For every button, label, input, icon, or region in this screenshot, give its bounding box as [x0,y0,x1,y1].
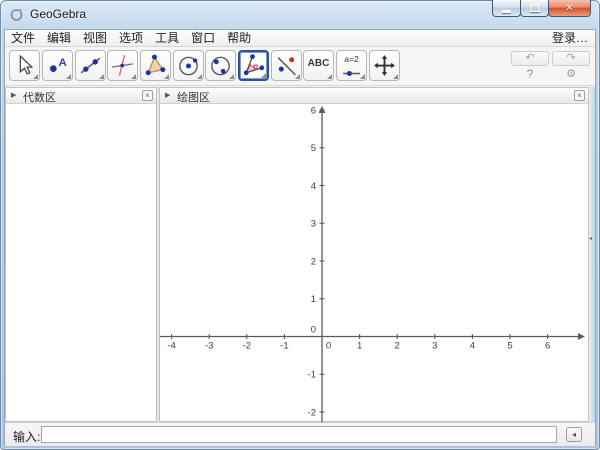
titlebar: GeoGebra ✕ [0,0,600,29]
menu-item-help[interactable]: 帮助 [221,30,257,47]
minimize-button[interactable] [492,0,521,17]
minimize-icon [502,9,511,13]
settings-button[interactable]: ⚙ [563,67,579,82]
input-help-button[interactable]: ◂ [566,427,582,442]
tool-button-line[interactable] [75,50,106,81]
dropdown-arrow-icon [164,74,169,79]
dropdown-arrow-icon [131,74,136,79]
y-tick-label: -2 [308,407,316,418]
undo-button[interactable]: ↶ [511,51,549,66]
window-controls: ✕ [492,0,591,17]
menu-item-edit[interactable]: 编辑 [41,30,77,47]
graphics-view-area: -4 -3 -2 -1 0 1 2 3 4 5 6 -2 -1 0 1 2 3 4 5 6 [160,105,588,423]
tool-button-slider[interactable]: a=2 [336,50,367,81]
y-tick-label: 0 [311,325,316,336]
x-tick-label: 5 [507,341,512,352]
graphics-close-button[interactable]: × [574,90,585,101]
algebra-close-button[interactable]: × [142,90,153,101]
x-tick-label: -1 [280,341,288,352]
tool-button-conic[interactable] [205,50,236,81]
dropdown-arrow-icon [99,74,104,79]
tool-button-point[interactable]: A [42,50,73,81]
dropdown-arrow-icon [393,74,398,79]
graphics-panel: ▶ 绘图区 × -4 -3 -2 -1 0 1 2 3 4 5 6 -2 -1 0 1 2 3 4 5 6 [159,87,589,423]
dropdown-arrow-icon [360,74,365,79]
algebra-panel-title: 代数区 [23,92,56,104]
dropdown-arrow-icon [66,74,71,79]
redo-button[interactable]: ↷ [552,51,590,66]
login-button[interactable]: 登录… [552,30,588,47]
tool-button-perpendicular-line[interactable] [107,50,138,81]
x-tick-label: 6 [545,341,550,352]
tool-button-reflect[interactable] [271,50,302,81]
y-tick-label: 1 [311,294,316,305]
tool-button-circle[interactable] [173,50,204,81]
close-window-icon: ✕ [565,2,574,14]
x-axis-arrow-icon [578,333,585,340]
redo-icon: ↷ [566,52,576,64]
x-tick-label: 4 [470,341,475,352]
y-tick-label: -1 [308,370,316,381]
tool-button-angle[interactable] [238,50,269,81]
geogebra-logo-icon [10,8,23,21]
tool-button-move-graphics[interactable] [369,50,400,81]
menu-item-file[interactable]: 文件 [5,30,41,47]
graphics-panel-title: 绘图区 [177,92,210,104]
y-tick-label: 3 [311,219,316,230]
menu-item-tools[interactable]: 工具 [149,30,185,47]
expander-arrow-icon[interactable]: ▶ [11,91,16,99]
dropdown-arrow-icon [327,74,332,79]
expander-arrow-icon[interactable]: ▶ [165,91,170,99]
x-tick-label: -4 [167,341,175,352]
undo-icon: ↶ [525,52,535,64]
svg-text:A: A [59,57,67,69]
x-tick-label: 0 [326,341,331,352]
tool-button-text[interactable]: ABC [303,50,334,81]
close-window-button[interactable]: ✕ [548,0,591,17]
dropdown-arrow-icon [197,74,202,79]
window-title: GeoGebra [30,7,87,21]
menu-item-window[interactable]: 窗口 [185,30,221,47]
maximize-icon [529,4,540,12]
x-tick-label: -3 [205,341,213,352]
menu-item-view[interactable]: 视图 [77,30,113,47]
algebra-panel: ▶ 代数区 × [5,87,157,422]
right-edge-strip: ◂ [589,87,595,422]
geogebra-window: GeoGebra ✕ 文件 编辑 视图 选项 工具 窗口 帮助 登录… A AB… [0,0,600,450]
input-label: 输入: [13,430,41,444]
input-bar: 输入: ◂ [5,422,595,446]
y-tick-label: 4 [311,181,316,192]
help-button[interactable]: ? [522,67,538,82]
tool-button-move[interactable] [9,50,40,81]
menu-item-options[interactable]: 选项 [113,30,149,47]
y-tick-label: 5 [311,143,316,154]
close-icon: × [577,91,582,100]
main-area: ▶ 代数区 × ▶ 绘图区 × -4 -3 -2 -1 0 1 2 3 4 5 6 -2 -1 0 1 2 3 4… [5,87,595,423]
close-icon: × [145,91,150,100]
x-tick-label: 1 [357,341,362,352]
menubar: 文件 编辑 视图 选项 工具 窗口 帮助 登录… [5,30,595,47]
text-icon: ABC [307,58,330,69]
x-tick-label: 3 [432,341,437,352]
app-area: 文件 编辑 视图 选项 工具 窗口 帮助 登录… A ABC a=2 ↶ ↷ ?… [4,29,596,446]
dropdown-arrow-icon [229,74,234,79]
tool-button-polygon[interactable] [140,50,171,81]
dropdown-arrow-icon [261,73,266,78]
x-tick-label: 2 [395,341,400,352]
dropdown-arrow-icon [33,74,38,79]
dropdown-arrow-icon [295,74,300,79]
y-tick-label: 6 [311,105,316,116]
input-help-arrow-icon: ◂ [571,430,576,439]
graphics-panel-header: ▶ 绘图区 × [160,88,588,104]
algebra-view-area[interactable] [6,105,156,421]
command-input[interactable] [41,426,557,443]
y-tick-label: 2 [311,256,316,267]
x-tick-label: -2 [243,341,251,352]
graphics-canvas[interactable]: -4 -3 -2 -1 0 1 2 3 4 5 6 -2 -1 0 1 2 3 4 5 6 [160,105,588,423]
sidebar-collapse-arrow[interactable]: ◂ [589,235,595,243]
maximize-button[interactable] [520,0,549,17]
gear-icon: ⚙ [566,68,576,80]
toolbar: A ABC a=2 ↶ ↷ ? ⚙ [5,47,595,86]
algebra-panel-header: ▶ 代数区 × [6,88,156,104]
